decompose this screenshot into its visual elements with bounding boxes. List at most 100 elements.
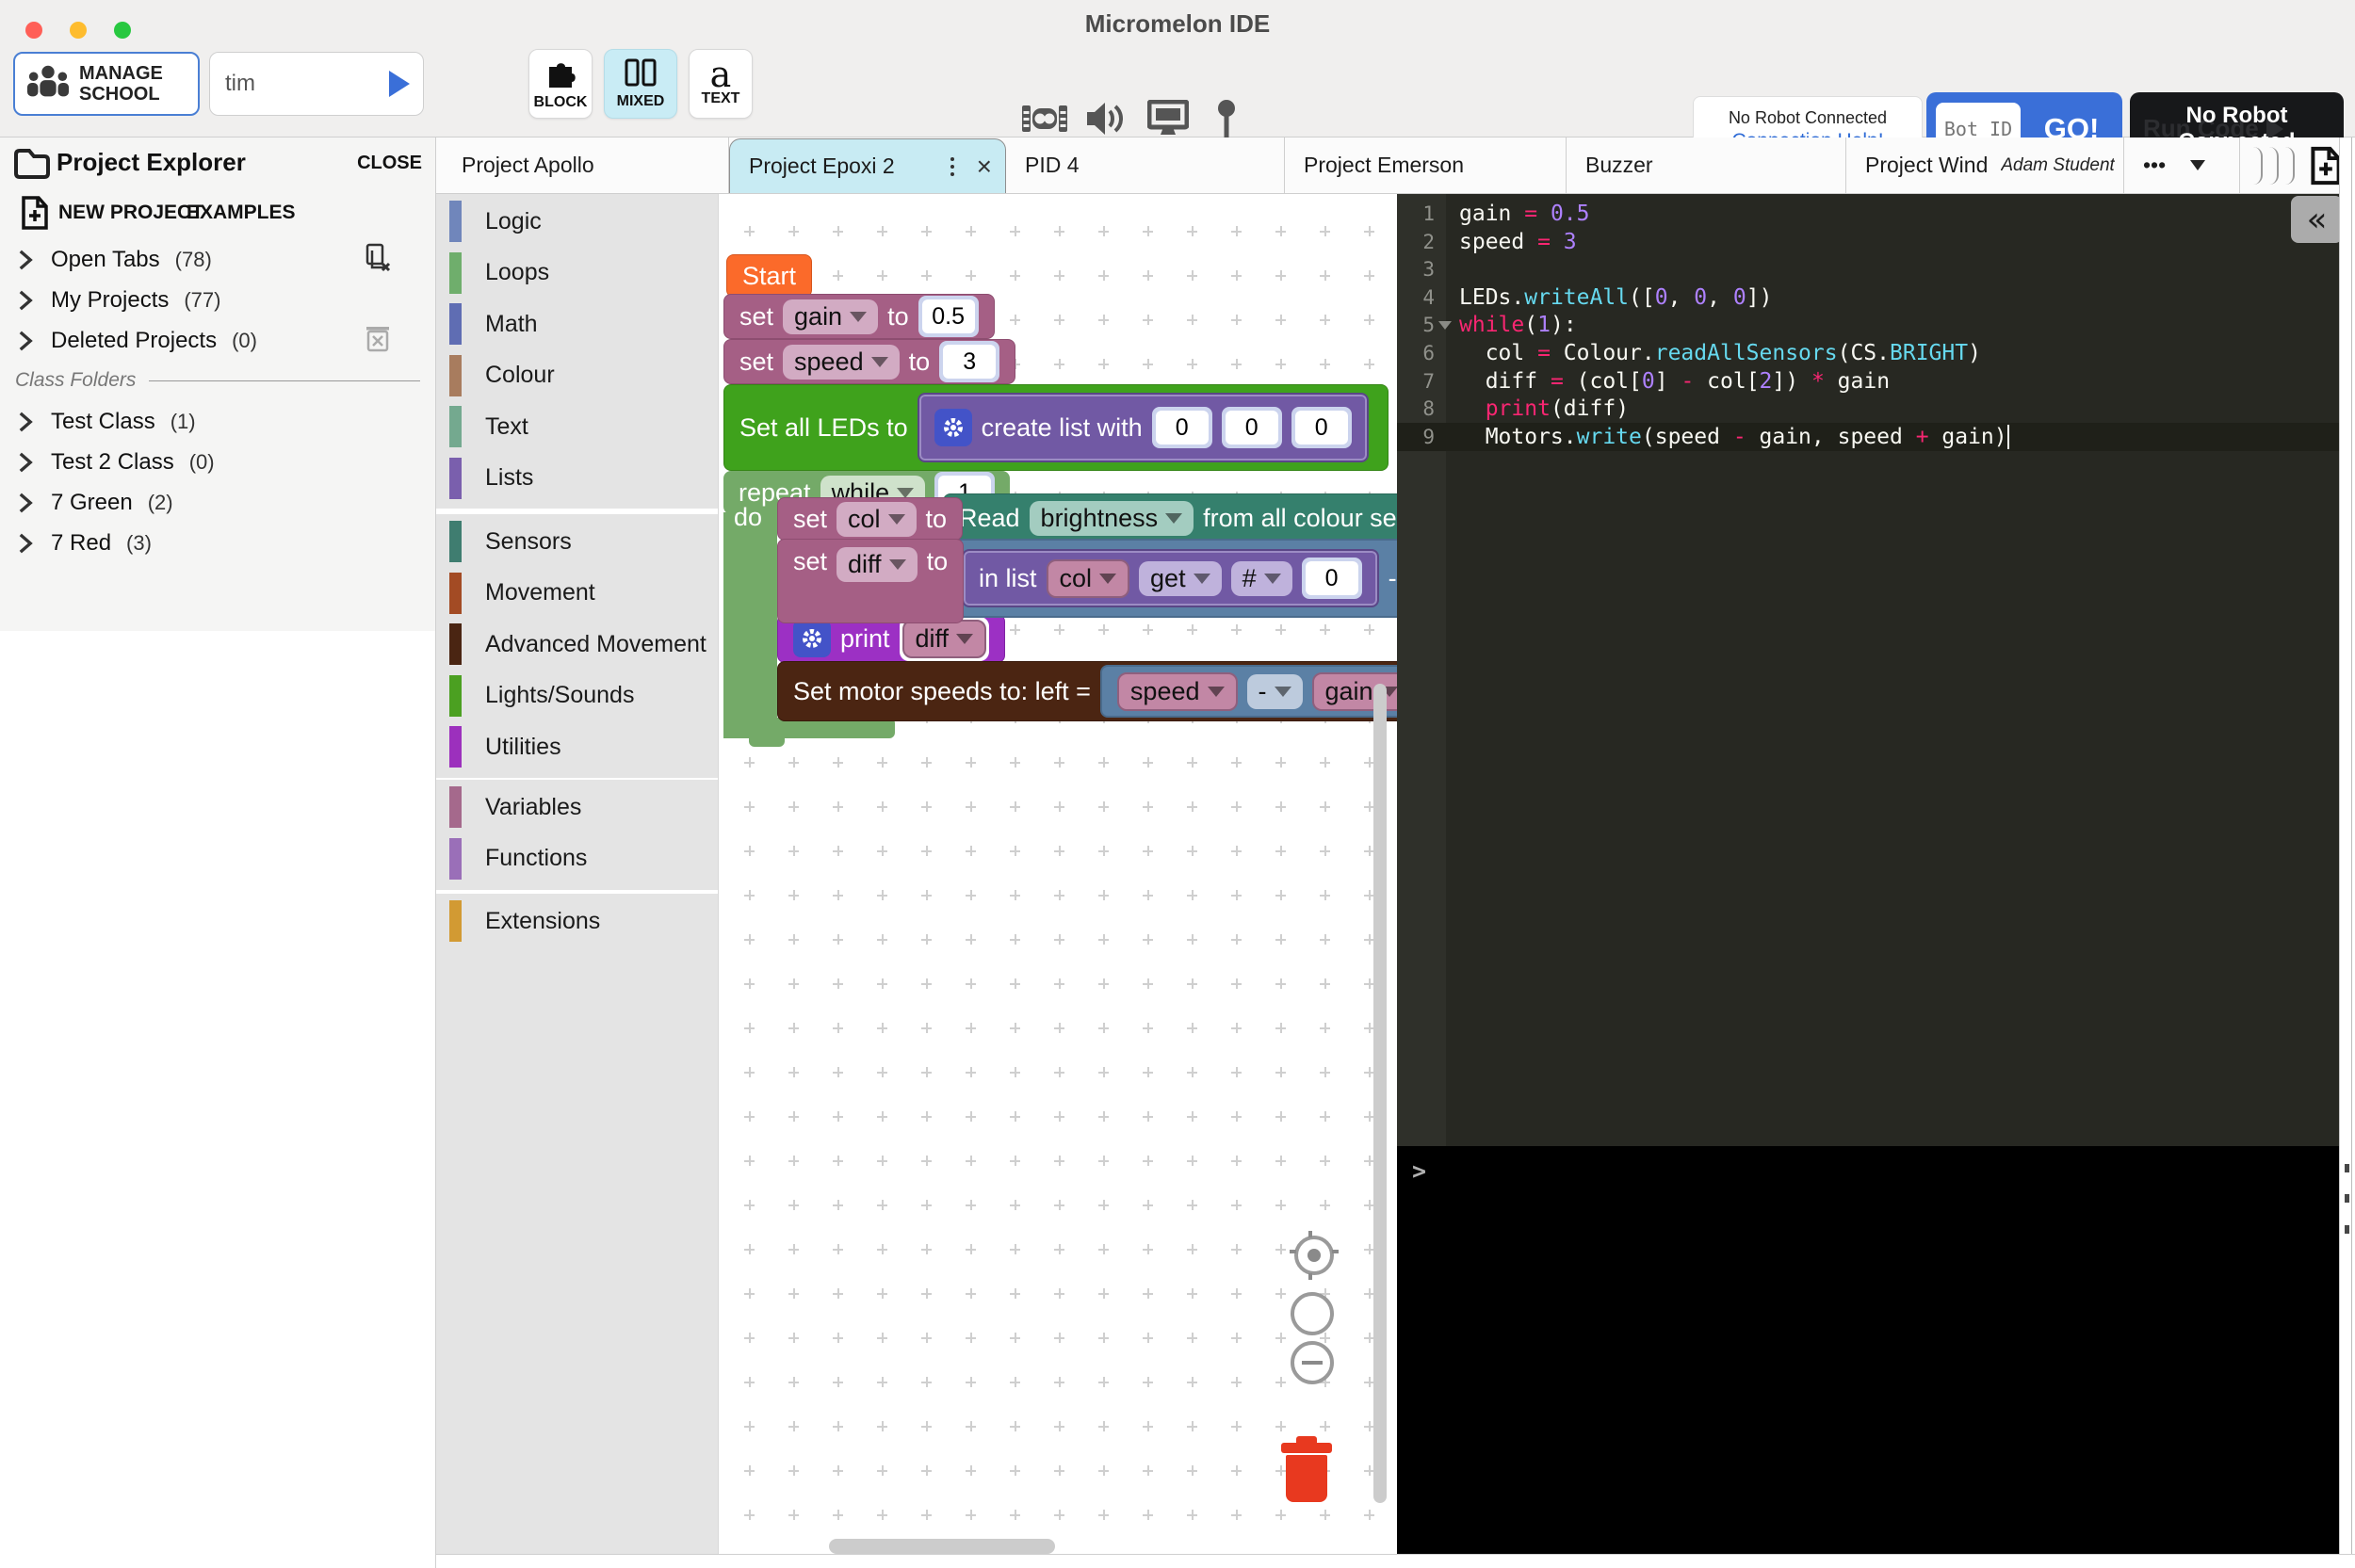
tab--[interactable]: •••: [2124, 137, 2240, 193]
speaker-icon[interactable]: [1085, 100, 1125, 137]
sensor-mode-dropdown[interactable]: brightness: [1030, 501, 1194, 536]
recenter-button[interactable]: [1294, 1236, 1334, 1275]
block-set-speed[interactable]: set speed to 3: [723, 339, 1015, 384]
value-slot[interactable]: 0: [1222, 407, 1282, 448]
tab-menu-icon[interactable]: [945, 152, 960, 182]
toolbox-category-loops[interactable]: Loops: [436, 248, 718, 299]
sidebar-folder-test-2-class[interactable]: Test 2 Class(0): [0, 444, 450, 481]
sidebar-folder-7-red[interactable]: 7 Red(3): [0, 525, 450, 562]
variable-dropdown-speed[interactable]: speed: [1117, 672, 1238, 711]
block-math-subtract[interactable]: speed - gain: [1100, 665, 1397, 718]
value-slot[interactable]: 0.5: [918, 296, 979, 337]
toolbox-category-math[interactable]: Math: [436, 299, 718, 350]
toolbox-category-colour[interactable]: Colour: [436, 350, 718, 402]
toolbox-category-movement[interactable]: Movement: [436, 568, 718, 620]
new-tab-button[interactable]: [2310, 146, 2342, 186]
tab-project-emerson[interactable]: Project Emerson: [1285, 137, 1567, 193]
gear-icon[interactable]: [934, 409, 972, 446]
mode-button-text[interactable]: a TEXT: [689, 49, 753, 119]
close-panel-button[interactable]: CLOSE: [357, 153, 422, 174]
block-start[interactable]: Start: [726, 254, 812, 298]
code-line-1[interactable]: 1gain = 0.5: [1397, 200, 2339, 228]
block-math-subtract[interactable]: in list col get # 0 -: [945, 539, 1397, 618]
sidebar-item-deleted-projects[interactable]: Deleted Projects(0): [0, 322, 450, 360]
code-line-3[interactable]: 3: [1397, 255, 2339, 283]
tab-project-apollo[interactable]: Project Apollo: [443, 137, 729, 193]
code-line-8[interactable]: 8 print(diff): [1397, 395, 2339, 423]
loop-arm[interactable]: [723, 512, 777, 738]
robot-controller-icon[interactable]: [1022, 100, 1067, 137]
toolbox-category-lights-sounds[interactable]: Lights/Sounds: [436, 671, 718, 722]
project-name-input[interactable]: [223, 70, 389, 98]
variable-dropdown-diff[interactable]: diff: [836, 547, 918, 582]
block-set-gain[interactable]: set gain to 0.5: [723, 294, 995, 339]
number-field[interactable]: 3: [943, 345, 996, 379]
toolbox-category-functions[interactable]: Functions: [436, 833, 718, 885]
toolbox-category-sensors[interactable]: Sensors: [436, 516, 718, 568]
blockly-workspace[interactable]: Start set gain to 0.5 set speed to 3 Set…: [719, 194, 1397, 1554]
toolbox-category-logic[interactable]: Logic: [436, 196, 718, 248]
gear-icon[interactable]: [793, 620, 831, 657]
sidebar-item-open-tabs[interactable]: Open Tabs(78): [0, 241, 450, 279]
number-field[interactable]: 0: [1156, 411, 1209, 445]
index-mode-dropdown[interactable]: #: [1231, 561, 1292, 596]
close-tabs-icon[interactable]: [364, 243, 392, 278]
toolbox-category-lists[interactable]: Lists: [436, 453, 718, 505]
zoom-out-button[interactable]: [1291, 1341, 1334, 1384]
tab-project-epoxi-2[interactable]: Project Epoxi 2×: [729, 138, 1006, 193]
toolbox-category-utilities[interactable]: Utilities: [436, 721, 718, 773]
variable-dropdown-col[interactable]: col: [1047, 559, 1130, 598]
collapse-editor-button[interactable]: «: [2291, 196, 2343, 243]
variable-dropdown-col[interactable]: col: [836, 502, 917, 537]
empty-trash-icon[interactable]: [364, 324, 392, 359]
block-set-diff[interactable]: set diff to: [777, 539, 964, 623]
tab-buzzer[interactable]: Buzzer: [1567, 137, 1846, 193]
fold-caret-icon[interactable]: [1438, 321, 1452, 330]
number-field[interactable]: 0: [1295, 411, 1348, 445]
sidebar-examples-button[interactable]: EXAMPLES: [187, 202, 296, 224]
sidebar-folder-7-green[interactable]: 7 Green(2): [0, 484, 450, 522]
value-slot[interactable]: 3: [939, 341, 999, 382]
value-slot[interactable]: 0: [1152, 407, 1212, 448]
code-line-4[interactable]: 4LEDs.writeAll([0, 0, 0]): [1397, 283, 2339, 312]
code-line-2[interactable]: 2speed = 3: [1397, 228, 2339, 256]
block-set-col[interactable]: set col to: [777, 497, 963, 541]
value-slot[interactable]: 0: [1302, 558, 1362, 599]
toolbox-category-extensions[interactable]: Extensions: [436, 896, 718, 947]
variable-dropdown-gain[interactable]: gain: [783, 299, 878, 334]
monitor-icon[interactable]: [1147, 100, 1189, 137]
tab-close-icon[interactable]: ×: [975, 152, 1005, 182]
project-name-box[interactable]: [209, 52, 424, 116]
block-create-list[interactable]: create list with 0 0 0: [918, 393, 1369, 462]
trash-can[interactable]: [1281, 1436, 1332, 1502]
workspace-horizontal-scrollbar[interactable]: [829, 1539, 1055, 1554]
variable-dropdown-speed[interactable]: speed: [783, 345, 900, 380]
number-field[interactable]: 0.5: [922, 299, 975, 333]
code-line-5[interactable]: 5while(1):: [1397, 311, 2339, 339]
code-editor[interactable]: 1gain = 0.52speed = 334LEDs.writeAll([0,…: [1397, 194, 2339, 1146]
workspace-vertical-scrollbar[interactable]: [1373, 684, 1387, 1503]
code-line-9[interactable]: 9 Motors.write(speed - gain, speed + gai…: [1397, 423, 2339, 451]
tab-pid-4[interactable]: PID 4: [1006, 137, 1285, 193]
block-set-motor-speeds[interactable]: Set motor speeds to: left = speed - gain…: [777, 661, 1397, 721]
operator-dropdown[interactable]: -: [1247, 674, 1303, 709]
toolbox-category-text[interactable]: Text: [436, 401, 718, 453]
list-op-dropdown[interactable]: get: [1139, 561, 1222, 596]
manage-school-button[interactable]: MANAGE SCHOOL: [13, 52, 200, 116]
sidebar-folder-test-class[interactable]: Test Class(1): [0, 403, 450, 441]
block-in-list-get[interactable]: in list col get # 0: [962, 549, 1379, 607]
console-terminal[interactable]: >: [1397, 1146, 2339, 1554]
toolbox-category-advanced-movement[interactable]: Advanced Movement: [436, 619, 718, 671]
number-field[interactable]: 0: [1226, 411, 1278, 445]
variable-dropdown-diff[interactable]: diff: [902, 620, 987, 658]
code-line-6[interactable]: 6 col = Colour.readAllSensors(CS.BRIGHT): [1397, 339, 2339, 367]
pin-light-icon[interactable]: [1217, 100, 1236, 141]
mode-button-mixed[interactable]: MIXED: [604, 49, 677, 119]
run-project-icon[interactable]: [389, 71, 410, 97]
code-line-7[interactable]: 7 diff = (col[0] - col[2]) * gain: [1397, 367, 2339, 396]
toolbox-category-variables[interactable]: Variables: [436, 782, 718, 833]
tab-project-wind[interactable]: Project WindAdam Student: [1846, 137, 2124, 193]
number-field[interactable]: 0: [1306, 561, 1358, 595]
block-read-colour-sensors[interactable]: Read brightness from all colour sensors: [943, 493, 1397, 542]
sidebar-item-my-projects[interactable]: My Projects(77): [0, 282, 450, 319]
